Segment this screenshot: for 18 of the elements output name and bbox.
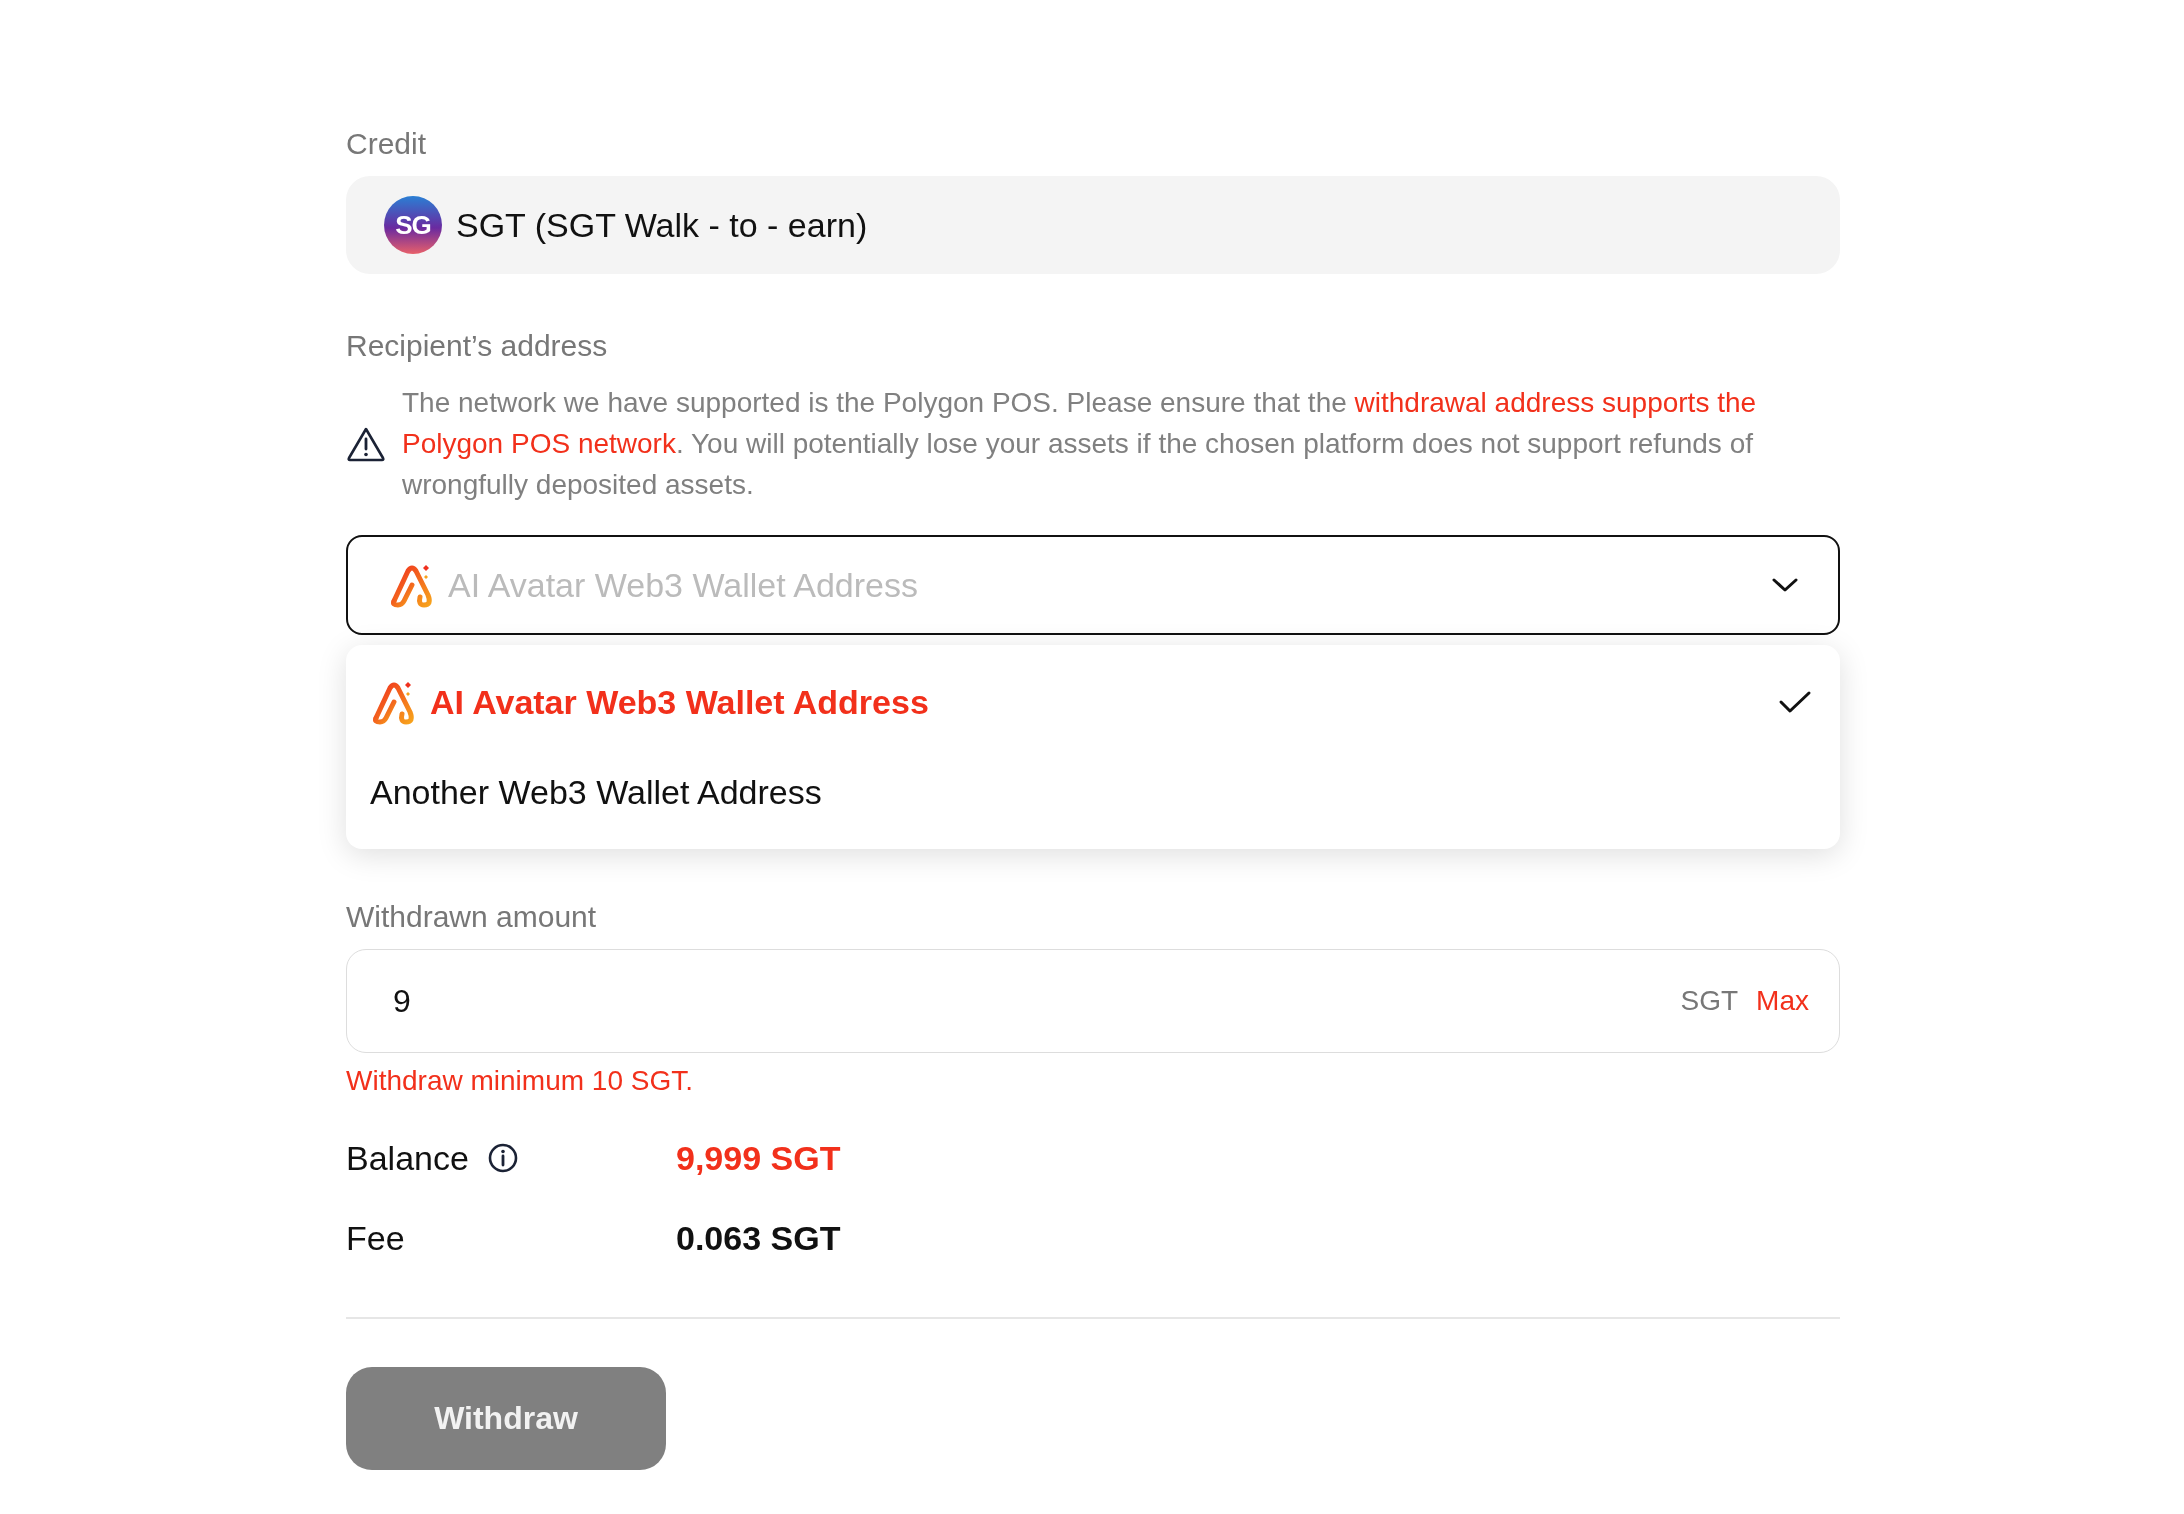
dropdown-option[interactable]: AI Avatar Web3 Wallet Address: [346, 657, 1840, 747]
unit-label: SGT: [1680, 985, 1739, 1017]
check-icon: [1778, 689, 1812, 715]
info-icon[interactable]: [486, 1142, 519, 1174]
summary-value: 0.063 SGT: [676, 1218, 841, 1258]
token-name: SGT (SGT Walk - to - earn): [456, 205, 868, 245]
field-label: Credit: [346, 126, 427, 162]
summary-label: Balance: [346, 1138, 469, 1178]
amount-field[interactable]: 9 SGT Max: [346, 949, 1840, 1053]
token-logo: SG: [384, 196, 442, 254]
summary-value: 9,999 SGT: [676, 1138, 841, 1178]
error-message: Withdraw minimum 10 SGT.: [346, 1064, 694, 1098]
max-link[interactable]: Max: [1756, 985, 1809, 1017]
warning-text: The network we have supported is the Polygon POS. Please ensure that the withdrawal address supports the Polygon POS network. You will potentially lose your assets if the chosen platform does not support refunds of wrongfully deposited assets.: [401, 386, 1758, 502]
dropdown-option[interactable]: Another Web3 Wallet Address: [346, 747, 1840, 837]
summary-label: Fee: [346, 1218, 405, 1258]
field-label: Recipient’s address: [346, 328, 608, 364]
field-label: Withdrawn amount: [346, 899, 597, 935]
